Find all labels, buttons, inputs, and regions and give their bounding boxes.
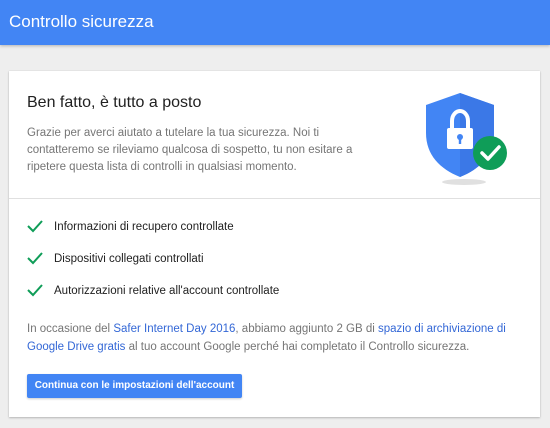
app-header: Controllo sicurezza — [0, 0, 550, 45]
summary-description: Grazie per averci aiutato a tutelare la … — [27, 127, 353, 173]
security-checkup-card: Ben fatto, è tutto a posto Grazie per av… — [9, 71, 540, 417]
promo-text-part: In occasione del — [27, 323, 114, 335]
list-item: Autorizzazioni relative all'account cont… — [27, 283, 507, 315]
checklist-item-label: Informazioni di recupero controllate — [54, 221, 234, 233]
page-title: Controllo sicurezza — [9, 12, 154, 31]
storage-promo-text: In occasione del Safer Internet Day 2016… — [27, 320, 512, 356]
checklist-item-label: Dispositivi collegati controllati — [54, 253, 204, 265]
summary-section: Ben fatto, è tutto a posto Grazie per av… — [9, 71, 540, 199]
summary-headline: Ben fatto, è tutto a posto — [27, 94, 202, 111]
continue-account-settings-button[interactable]: Continua con le impostazioni dell'accoun… — [27, 374, 242, 398]
checkmark-icon — [27, 252, 43, 265]
promo-text-part: , abbiamo aggiunto 2 GB di — [235, 323, 378, 335]
checkmark-icon — [27, 220, 43, 233]
promo-text-part: al tuo account Google perché hai complet… — [125, 341, 470, 353]
list-item: Dispositivi collegati controllati — [27, 251, 507, 283]
checklist: Informazioni di recupero controllate Dis… — [27, 219, 507, 315]
checklist-item-label: Autorizzazioni relative all'account cont… — [54, 285, 280, 297]
list-item: Informazioni di recupero controllate — [27, 219, 507, 251]
safer-internet-day-link[interactable]: Safer Internet Day 2016 — [113, 323, 235, 335]
checkmark-icon — [27, 284, 43, 297]
security-shield-lock-check-icon — [426, 93, 507, 185]
